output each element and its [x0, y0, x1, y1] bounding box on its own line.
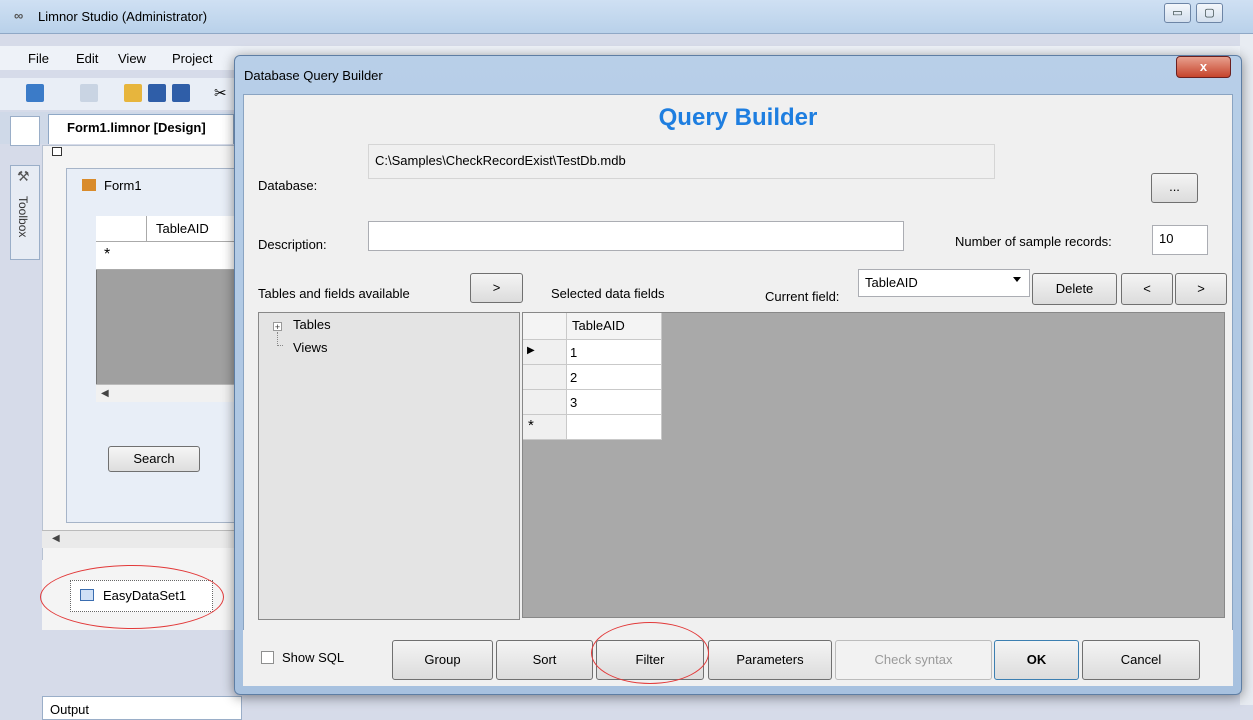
group-button[interactable]: Group [392, 640, 493, 680]
show-sql-checkbox[interactable] [261, 651, 274, 664]
toolbox-icon: ⚒ [17, 168, 30, 184]
sort-button[interactable]: Sort [496, 640, 593, 680]
dialog-close-button[interactable]: x [1176, 56, 1231, 78]
form1-grid-column-header: TableAID [156, 221, 209, 236]
grid-cell[interactable]: 1 [567, 340, 662, 365]
sample-records-input[interactable]: 10 [1152, 225, 1208, 255]
add-field-button[interactable]: > [470, 273, 523, 303]
tree-node-views[interactable]: Views [293, 340, 327, 355]
grid-row-header [523, 390, 567, 415]
tables-tree[interactable] [259, 313, 519, 619]
move-left-button[interactable]: < [1121, 273, 1173, 305]
output-panel-title: Output [50, 702, 90, 717]
selected-fields-label: Selected data fields [551, 286, 665, 301]
expand-icon[interactable]: + [273, 322, 282, 332]
form1-grid-scrollbar[interactable] [96, 384, 240, 402]
ide-window-title: Limnor Studio (Administrator) [38, 9, 208, 24]
dialog-title: Database Query Builder [244, 68, 383, 83]
parameters-button[interactable]: Parameters [708, 640, 832, 680]
designer-scrollbar[interactable] [42, 530, 240, 548]
menu-file[interactable]: File [28, 51, 49, 66]
description-label: Description: [258, 237, 327, 252]
query-builder-header: Query Builder [658, 104, 818, 131]
tree-node-tables[interactable]: Tables [293, 317, 331, 332]
grid-corner-cell [523, 313, 567, 340]
tables-fields-label: Tables and fields available [258, 286, 410, 301]
search-button[interactable]: Search [108, 446, 200, 472]
form1-title: Form1 [104, 178, 142, 193]
current-field-select[interactable]: TableAID [858, 269, 1030, 297]
add-item-icon[interactable] [80, 84, 98, 102]
save-all-icon[interactable] [172, 84, 190, 102]
open-folder-icon[interactable] [124, 84, 142, 102]
save-icon[interactable] [148, 84, 166, 102]
check-syntax-button: Check syntax [835, 640, 992, 680]
ok-button[interactable]: OK [994, 640, 1079, 680]
sample-records-label: Number of sample records: [955, 234, 1112, 249]
limnor-logo-icon: ∞ [14, 8, 24, 23]
dropdown-arrow-icon[interactable] [1013, 277, 1021, 282]
designer-handle-icon [52, 147, 62, 156]
cancel-button[interactable]: Cancel [1082, 640, 1200, 680]
cut-icon[interactable]: ✂ [214, 84, 227, 102]
browse-database-button[interactable]: ... [1151, 173, 1198, 203]
highlight-ellipse-filter [591, 622, 709, 684]
description-input[interactable] [368, 221, 904, 251]
designer-scroll-left-icon[interactable]: ◀ [52, 533, 60, 544]
current-row-indicator-icon: ▶ [523, 340, 567, 365]
ide-side-panel [10, 116, 40, 146]
new-row-marker-icon: * [104, 246, 111, 263]
menu-project[interactable]: Project [172, 51, 212, 66]
toolbox-label: Toolbox [16, 196, 30, 238]
tab-form1-design[interactable]: Form1.limnor [Design] [48, 114, 234, 144]
grid-new-row-cell[interactable] [567, 415, 662, 440]
move-right-button[interactable]: > [1175, 273, 1227, 305]
menu-edit[interactable]: Edit [76, 51, 98, 66]
tree-connector [277, 332, 283, 346]
highlight-ellipse-easydataset [40, 565, 224, 629]
new-row-marker-icon: * [523, 415, 567, 440]
minimize-button[interactable]: ▭ [1164, 3, 1191, 23]
current-field-label: Current field: [765, 289, 840, 304]
grid-column-header[interactable]: TableAID [567, 313, 662, 340]
grid-row-header [523, 365, 567, 390]
form-icon [82, 179, 96, 191]
maximize-button[interactable]: ▢ [1196, 3, 1223, 23]
delete-field-button[interactable]: Delete [1032, 273, 1117, 305]
grid-cell[interactable]: 2 [567, 365, 662, 390]
scroll-left-icon[interactable]: ◀ [101, 388, 109, 399]
database-label: Database: [258, 178, 318, 193]
form1-grid-new-row[interactable] [96, 242, 240, 270]
grid-cell[interactable]: 3 [567, 390, 662, 415]
new-project-icon[interactable] [26, 84, 44, 102]
database-path-field[interactable]: C:\Samples\CheckRecordExist\TestDb.mdb [368, 144, 995, 179]
show-sql-label: Show SQL [282, 650, 345, 665]
menu-view[interactable]: View [118, 51, 146, 66]
